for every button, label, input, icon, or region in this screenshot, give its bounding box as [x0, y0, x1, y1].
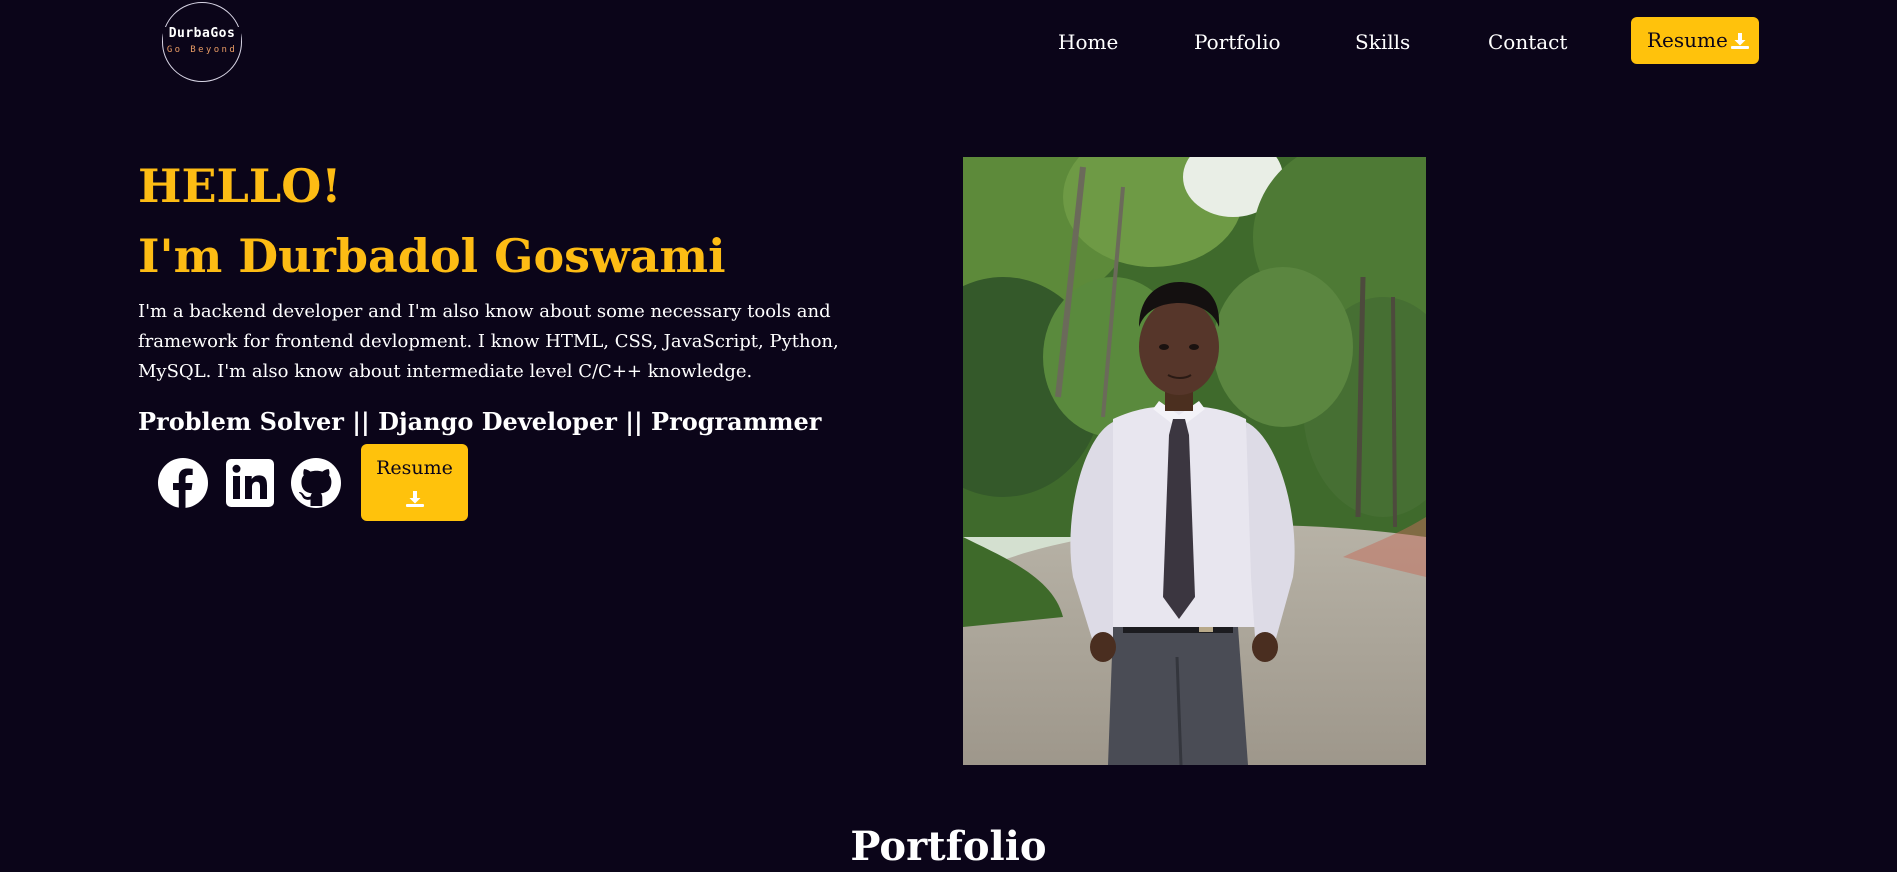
navbar: DurbaGos Go Beyond Home Portfolio Skills… [0, 0, 1897, 86]
logo-name: DurbaGos [163, 27, 241, 41]
hero-name: I'm Durbadol Goswami [138, 229, 726, 283]
facebook-icon[interactable] [156, 456, 210, 510]
hero-tagline: Problem Solver || Django Developer || Pr… [138, 407, 822, 436]
logo-tagline: Go Beyond [166, 45, 238, 55]
nav-resume-button[interactable]: Resume [1631, 17, 1759, 64]
hero-resume-label: Resume [376, 457, 453, 479]
logo[interactable]: DurbaGos Go Beyond [162, 2, 242, 82]
linkedin-icon[interactable] [223, 456, 277, 510]
nav-link-portfolio[interactable]: Portfolio [1194, 29, 1281, 55]
nav-link-home[interactable]: Home [1058, 29, 1118, 55]
hero-bio: I'm a backend developer and I'm also kno… [138, 301, 839, 382]
download-icon [406, 491, 424, 507]
nav-link-contact[interactable]: Contact [1488, 29, 1567, 55]
portfolio-section-title: Portfolio [850, 823, 1047, 870]
nav-link-skills[interactable]: Skills [1355, 29, 1410, 55]
download-icon [1731, 33, 1749, 49]
nav-resume-label: Resume [1647, 28, 1728, 52]
profile-photo [963, 157, 1426, 765]
github-icon[interactable] [289, 456, 343, 510]
hero-resume-button[interactable]: Resume [361, 444, 468, 521]
hero-greeting: HELLO! [138, 159, 342, 213]
